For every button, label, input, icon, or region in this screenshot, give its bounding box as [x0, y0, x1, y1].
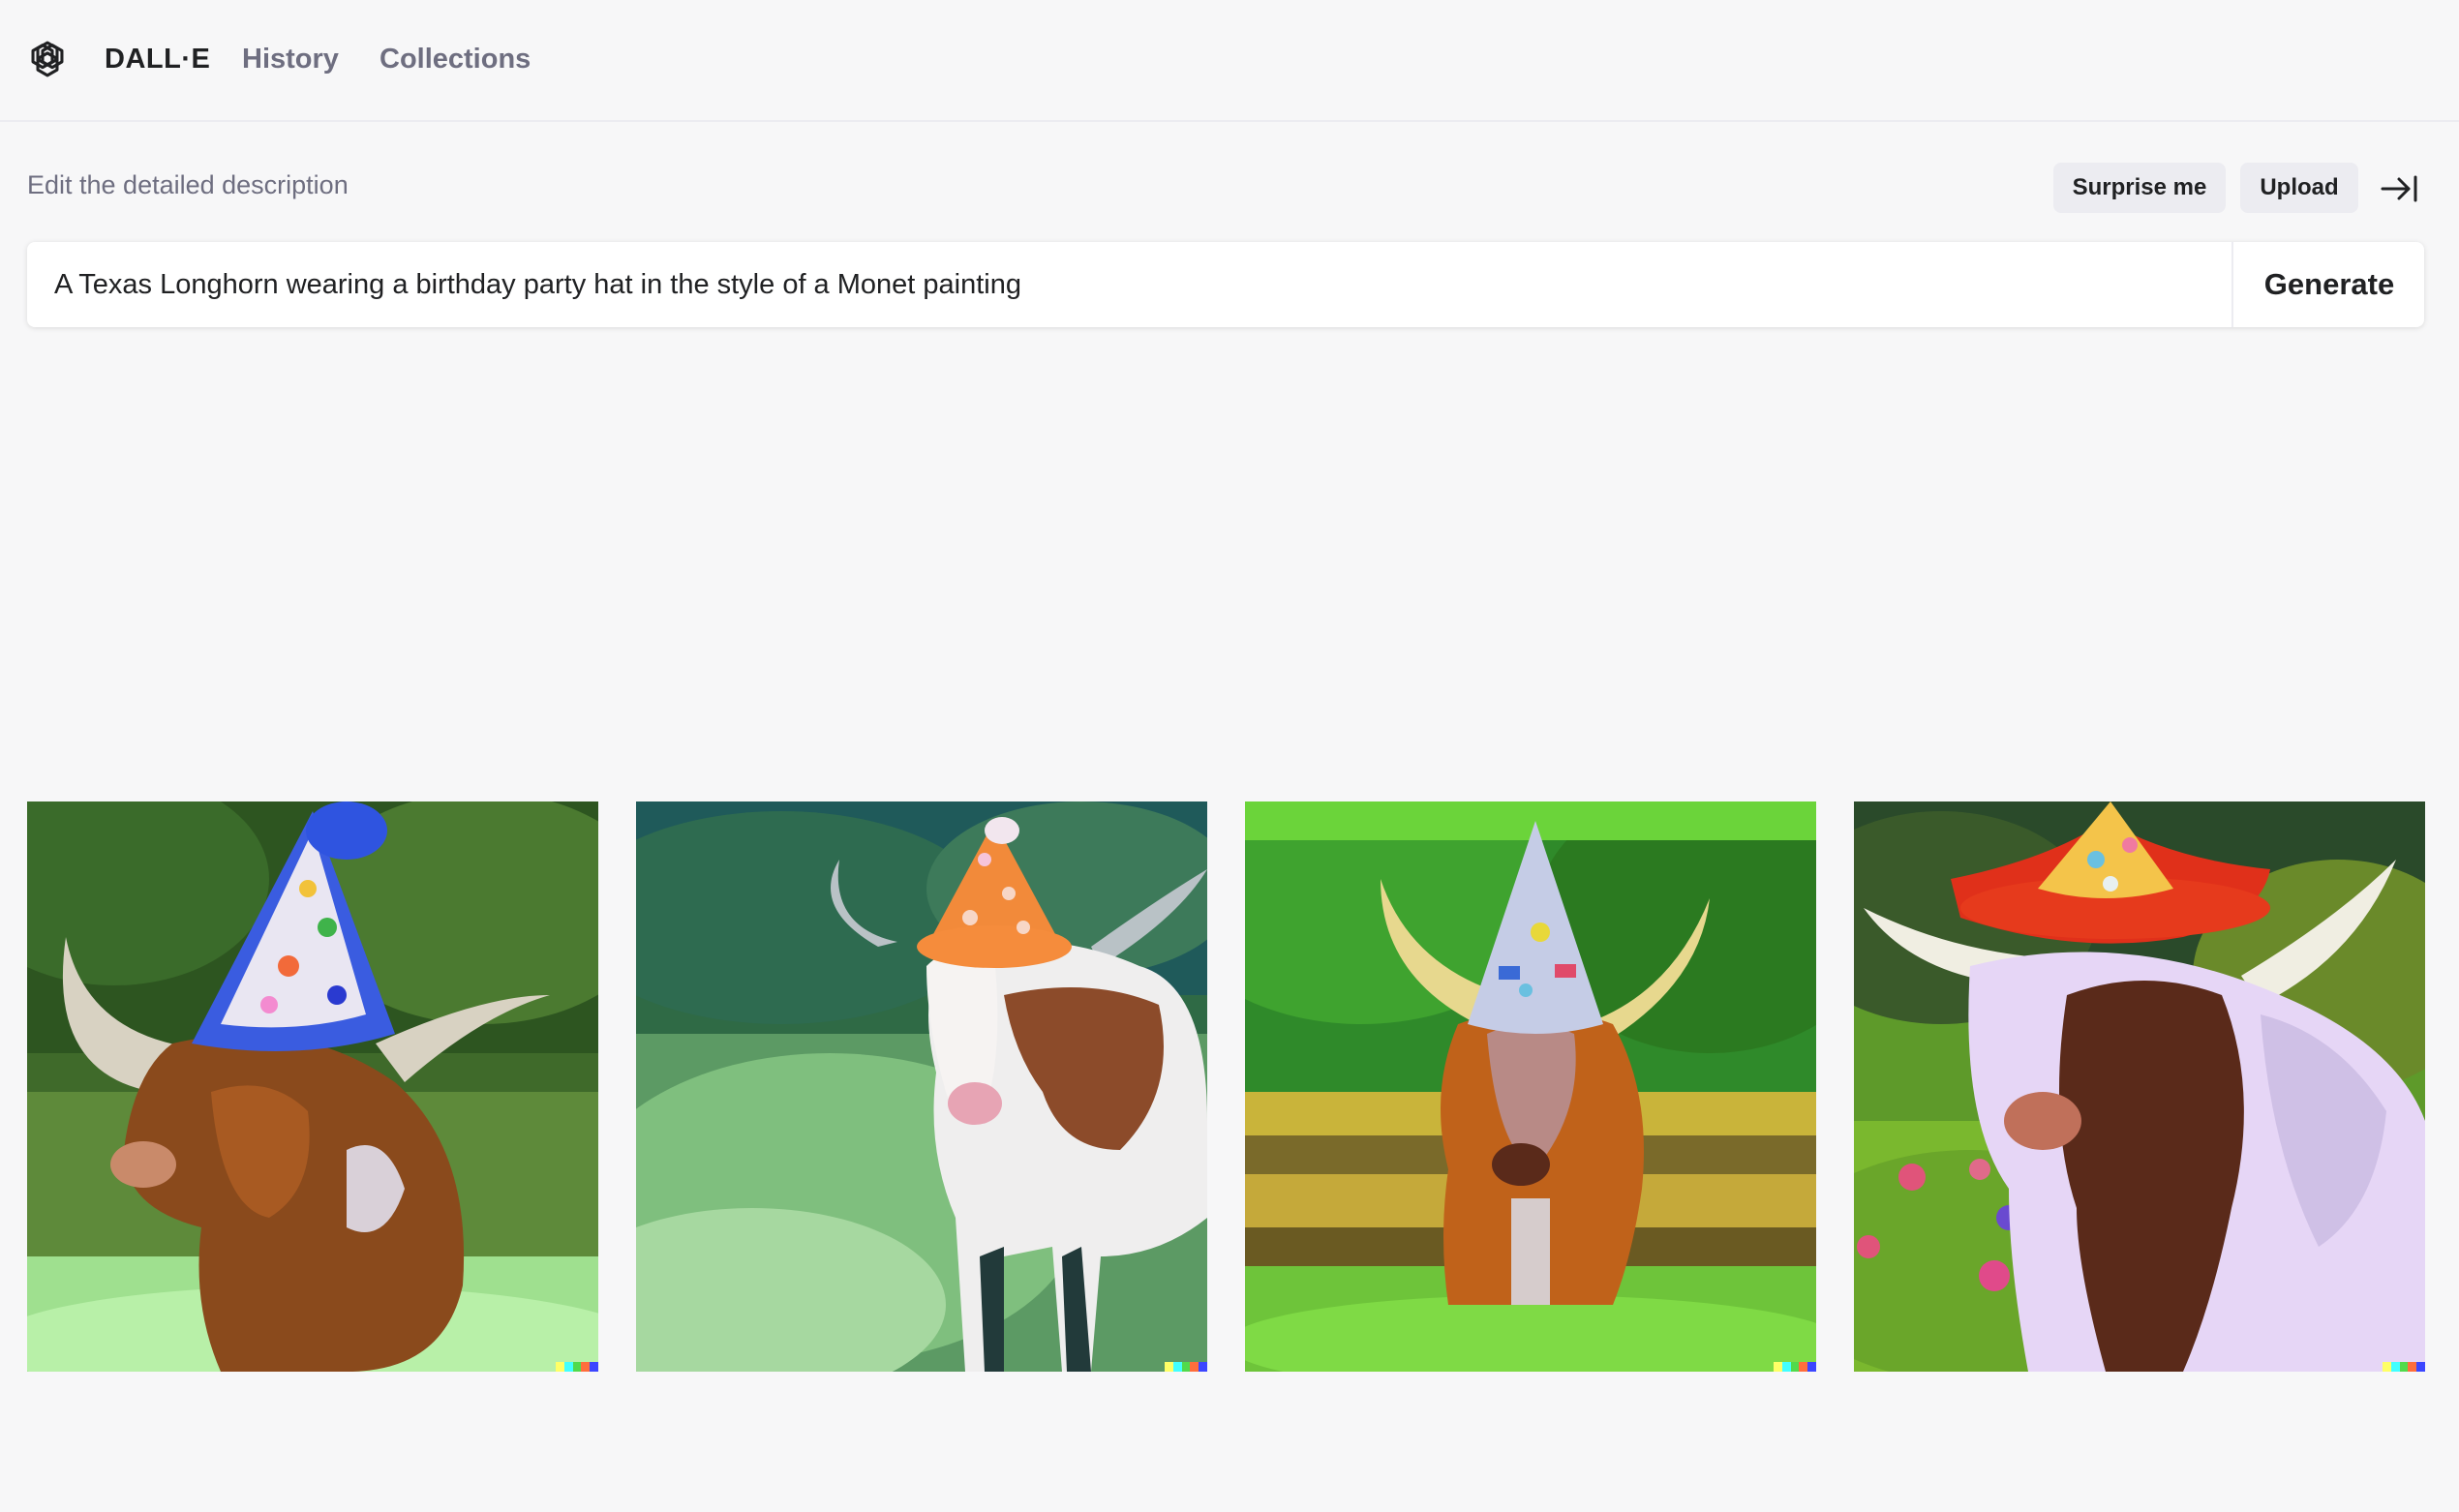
result-image[interactable] — [1245, 801, 1816, 1372]
prompt-bar: Generate — [27, 242, 2424, 327]
longhorn-painting-3 — [1245, 801, 1816, 1372]
result-image[interactable] — [636, 801, 1207, 1372]
prompt-label: Edit the detailed description — [27, 170, 349, 199]
top-navigation-bar: DALL·E History Collections — [0, 0, 2459, 122]
nav-dalle[interactable]: DALL·E — [105, 41, 210, 77]
result-image[interactable] — [1854, 801, 2425, 1372]
longhorn-painting-2 — [636, 801, 1207, 1372]
openai-logo-icon[interactable] — [25, 37, 70, 81]
watermark — [556, 1362, 598, 1372]
result-image[interactable] — [27, 801, 598, 1372]
longhorn-painting-4 — [1854, 801, 2425, 1372]
watermark — [1774, 1362, 1816, 1372]
collapse-panel-icon[interactable] — [2380, 172, 2418, 205]
watermark — [2383, 1362, 2425, 1372]
watermark — [1165, 1362, 1207, 1372]
nav-history[interactable]: History — [242, 41, 339, 77]
generate-button[interactable]: Generate — [2234, 242, 2424, 327]
upload-button[interactable]: Upload — [2240, 163, 2358, 213]
surprise-me-button[interactable]: Surprise me — [2053, 163, 2226, 213]
prompt-input[interactable] — [27, 242, 2231, 327]
nav-collections[interactable]: Collections — [379, 41, 531, 77]
longhorn-painting-1 — [27, 801, 598, 1372]
prompt-divider — [2231, 242, 2233, 327]
